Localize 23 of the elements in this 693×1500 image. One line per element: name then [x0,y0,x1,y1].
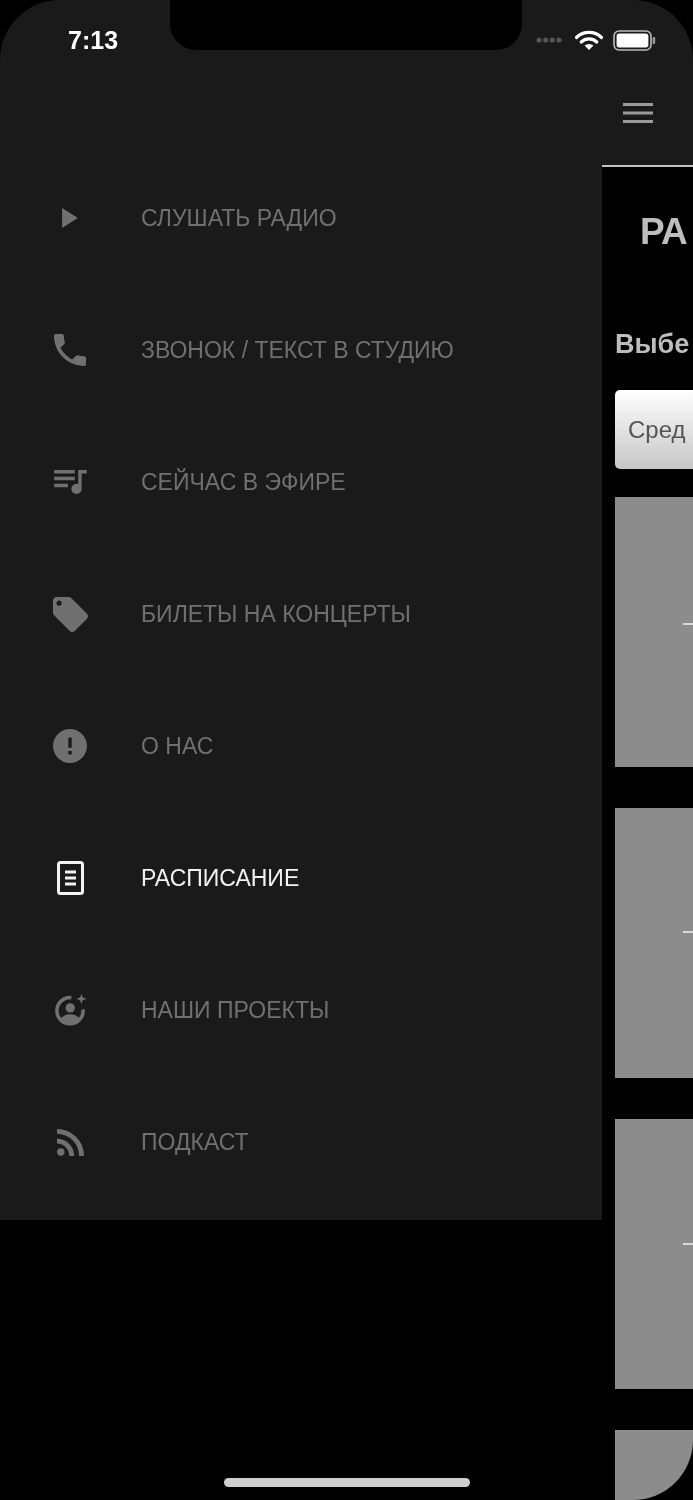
music-list-icon [53,470,87,494]
rss-icon [56,1128,84,1156]
prompt-label: Выбе [615,329,690,359]
page-title: РА [640,210,688,254]
menu-item[interactable]: НАШИ ПРОЕКТЫ [52,992,330,1028]
menu-item[interactable]: СЛУШАТЬ РАДИО [52,204,337,232]
battery-icon [613,29,656,51]
user-sparkle-icon [52,992,88,1028]
menu-item[interactable]: ПОДКАСТ [52,1128,249,1156]
wifi-icon [575,30,603,50]
phone-icon [54,334,86,366]
menu-item[interactable]: О НАС [52,729,214,763]
document-icon [56,861,84,895]
signal-icon [536,37,562,43]
day-select[interactable]: Сред [615,390,693,469]
menu-item[interactable]: БИЛЕТЫ НА КОНЦЕРТЫ [52,596,411,632]
menu-item[interactable]: РАСПИСАНИЕ [52,861,300,895]
menu-icon[interactable] [623,103,653,123]
menu-item[interactable]: ЗВОНОК / ТЕКСТ В СТУДИЮ [52,334,454,366]
status-time: 7:13 [68,26,119,54]
tag-icon [52,596,88,632]
play-icon [62,208,78,228]
menu-item[interactable]: СЕЙЧАС В ЭФИРЕ [52,468,346,496]
